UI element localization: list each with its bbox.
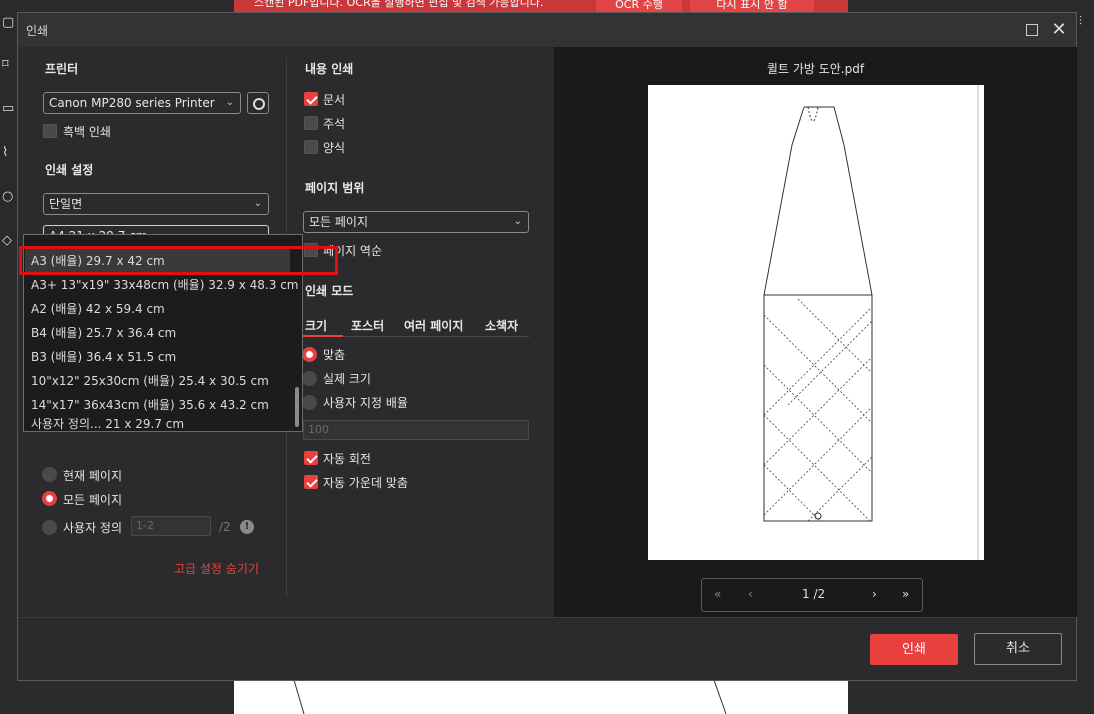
next-page-button[interactable]: › [872, 587, 877, 601]
highlight-box [19, 246, 338, 275]
preview-filename: 퀼트 가방 도안.pdf [766, 62, 865, 76]
page-range-select[interactable]: 모든 페이지 ⌄ [303, 211, 529, 233]
grayscale-checkbox[interactable] [43, 124, 57, 138]
page-navigator: « ‹ 1 /2 › » [701, 578, 923, 612]
fit-label: 맞춤 [323, 348, 346, 362]
chevron-down-icon: ⌄ [513, 216, 522, 227]
auto-center-checkbox[interactable] [304, 475, 318, 489]
preview-page [648, 85, 984, 560]
active-tab-indicator [303, 335, 343, 337]
custom-scale-radio[interactable] [302, 395, 317, 410]
grayscale-label: 흑백 인쇄 [63, 125, 111, 139]
paper-option-a3plus[interactable]: A3+ 13"x19" 33x48cm (배율) 32.9 x 48.3 cm [25, 273, 298, 297]
print-settings-title: 인쇄 설정 [45, 163, 94, 177]
current-page-label: 현재 페이지 [63, 469, 123, 483]
page-indicator: 1 /2 [802, 587, 826, 601]
bookmark-icon[interactable]: ⌑ [2, 58, 16, 72]
all-pages-radio[interactable] [42, 491, 57, 506]
print-preview: 퀼트 가방 도안.pdf « ‹ 1 /2 › » [554, 47, 1077, 617]
app-left-toolbar: ▢ ⌑ ▭ ⌇ ○ ◇ [0, 0, 18, 714]
duplex-select-value: 단일면 [49, 197, 83, 211]
tab-booklet[interactable]: 소책자 [485, 317, 518, 334]
app-right-toolbar: ⫶ [1077, 0, 1094, 714]
annotations-checkbox[interactable] [304, 116, 318, 130]
chevron-down-icon: ⌄ [253, 198, 262, 209]
previous-page-button[interactable]: ‹ [748, 587, 753, 601]
comment-icon[interactable]: ▭ [2, 102, 16, 116]
page-total-label: /2 [219, 520, 231, 534]
dropdown-scrollbar[interactable] [295, 387, 299, 427]
scale-input[interactable]: 100 [303, 420, 529, 440]
background-document-page [234, 679, 848, 714]
paper-option-10x12[interactable]: 10"x12" 25x30cm (배율) 25.4 x 30.5 cm [25, 369, 290, 393]
paper-option-a2[interactable]: A2 (배율) 42 x 59.4 cm [25, 297, 290, 321]
print-mode-title: 인쇄 모드 [305, 284, 354, 298]
paper-option-14x17[interactable]: 14"x17" 36x43cm (배율) 35.6 x 43.2 cm [25, 393, 290, 417]
document-checkbox[interactable] [304, 92, 318, 106]
layers-icon[interactable]: ◇ [2, 234, 16, 248]
maximize-icon[interactable] [1026, 24, 1038, 36]
tab-size[interactable]: 크기 [305, 317, 327, 334]
duplex-select[interactable]: 단일면 ⌄ [43, 193, 269, 215]
paper-option-custom[interactable]: 사용자 정의... 21 x 29.7 cm [25, 417, 290, 431]
printer-select-value: Canon MP280 series Printer [49, 96, 215, 110]
fit-radio[interactable] [302, 347, 317, 362]
info-icon[interactable]: ! [240, 520, 254, 534]
printer-section-title: 프린터 [45, 62, 79, 76]
attachment-icon[interactable]: ⌇ [2, 146, 16, 160]
hide-advanced-link[interactable]: 고급 설정 숨기기 [174, 560, 259, 577]
paper-option-b3[interactable]: B3 (배율) 36.4 x 51.5 cm [25, 345, 290, 369]
background-page-drawing [293, 679, 727, 714]
tab-multiple-pages[interactable]: 여러 페이지 [404, 317, 463, 334]
actual-size-radio[interactable] [302, 371, 317, 386]
dialog-titlebar: 인쇄 ✕ [18, 13, 1076, 47]
document-label: 문서 [323, 93, 346, 107]
close-icon[interactable]: ✕ [1048, 19, 1070, 41]
settings-sliders-icon[interactable]: ⫶ [1079, 14, 1082, 29]
paper-option-b4[interactable]: B4 (배율) 25.7 x 36.4 cm [25, 321, 290, 345]
dialog-title: 인쇄 [26, 24, 49, 38]
actual-size-label: 실제 크기 [323, 372, 371, 386]
cancel-button[interactable]: 취소 [974, 633, 1062, 665]
current-page-radio[interactable] [42, 467, 57, 482]
chevron-down-icon: ⌄ [225, 97, 234, 108]
page-range-title: 페이지 범위 [305, 181, 365, 195]
custom-range-radio[interactable] [42, 520, 57, 535]
page-range-select-value: 모든 페이지 [309, 215, 369, 229]
printer-properties-button[interactable] [247, 92, 269, 114]
forms-checkbox[interactable] [304, 140, 318, 154]
auto-center-label: 자동 가운데 맞춤 [323, 476, 408, 490]
annotations-label: 주석 [323, 117, 346, 131]
all-pages-label: 모든 페이지 [63, 493, 123, 507]
document-icon[interactable]: ▢ [2, 16, 16, 30]
forms-label: 양식 [323, 141, 346, 155]
first-page-button[interactable]: « [714, 587, 721, 601]
custom-range-label: 사용자 정의 [63, 521, 123, 535]
quilt-bag-pattern-drawing [763, 85, 979, 560]
auto-rotate-checkbox[interactable] [304, 451, 318, 465]
last-page-button[interactable]: » [902, 587, 909, 601]
print-button[interactable]: 인쇄 [870, 634, 958, 665]
footer-divider [18, 617, 1076, 618]
printer-select[interactable]: Canon MP280 series Printer ⌄ [43, 92, 241, 114]
custom-scale-label: 사용자 지정 배율 [323, 396, 408, 410]
search-icon[interactable]: ○ [2, 190, 16, 204]
content-section-title: 내용 인쇄 [305, 62, 354, 76]
tab-poster[interactable]: 포스터 [351, 317, 384, 334]
ocr-banner-text: 스캔된 PDF입니다. OCR을 실행하면 편집 및 검색 가능합니다. [254, 0, 544, 9]
custom-range-input[interactable]: 1-2 [131, 516, 211, 536]
auto-rotate-label: 자동 회전 [323, 452, 371, 466]
